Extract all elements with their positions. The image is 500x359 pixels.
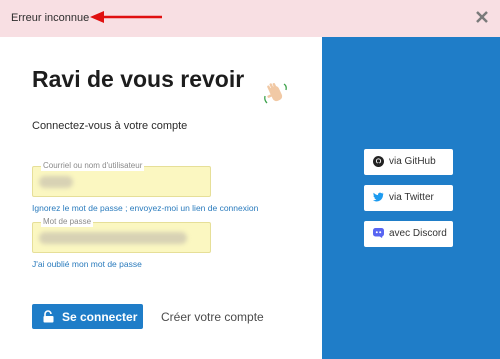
arrow-left-icon bbox=[90, 11, 162, 23]
close-icon[interactable] bbox=[474, 9, 490, 25]
discord-icon bbox=[373, 228, 384, 238]
twitter-login-button[interactable]: via Twitter bbox=[364, 185, 453, 211]
signup-link[interactable]: Créer votre compte bbox=[161, 310, 264, 324]
github-label: via GitHub bbox=[389, 156, 436, 167]
discord-label: avec Discord bbox=[389, 228, 447, 239]
twitter-label: via Twitter bbox=[389, 192, 434, 203]
page-subtitle: Connectez-vous à votre compte bbox=[32, 120, 188, 132]
login-button[interactable]: Se connecter bbox=[32, 304, 143, 329]
username-value bbox=[39, 176, 73, 188]
twitter-icon bbox=[373, 192, 384, 202]
password-value bbox=[39, 232, 187, 244]
forgot-password-link[interactable]: J'ai oublié mon mot de passe bbox=[32, 259, 142, 269]
waving-hand-icon bbox=[264, 82, 287, 104]
error-message: Erreur inconnue bbox=[11, 12, 90, 24]
error-banner: Erreur inconnue bbox=[0, 0, 500, 37]
login-button-label: Se connecter bbox=[62, 310, 138, 324]
github-icon bbox=[373, 156, 384, 167]
password-field[interactable]: Mot de passe bbox=[32, 217, 211, 253]
discord-login-button[interactable]: avec Discord bbox=[364, 221, 453, 247]
email-login-link[interactable]: Ignorez le mot de passe ; envoyez-moi un… bbox=[32, 203, 258, 213]
github-login-button[interactable]: via GitHub bbox=[364, 149, 453, 175]
username-label: Courriel ou nom d'utilisateur bbox=[41, 161, 145, 171]
page-title: Ravi de vous revoir bbox=[32, 66, 245, 92]
unlock-icon bbox=[43, 310, 54, 323]
social-panel: via GitHub via Twitter avec Discord bbox=[322, 37, 500, 359]
password-label: Mot de passe bbox=[41, 217, 94, 227]
username-field[interactable]: Courriel ou nom d'utilisateur bbox=[32, 161, 211, 197]
